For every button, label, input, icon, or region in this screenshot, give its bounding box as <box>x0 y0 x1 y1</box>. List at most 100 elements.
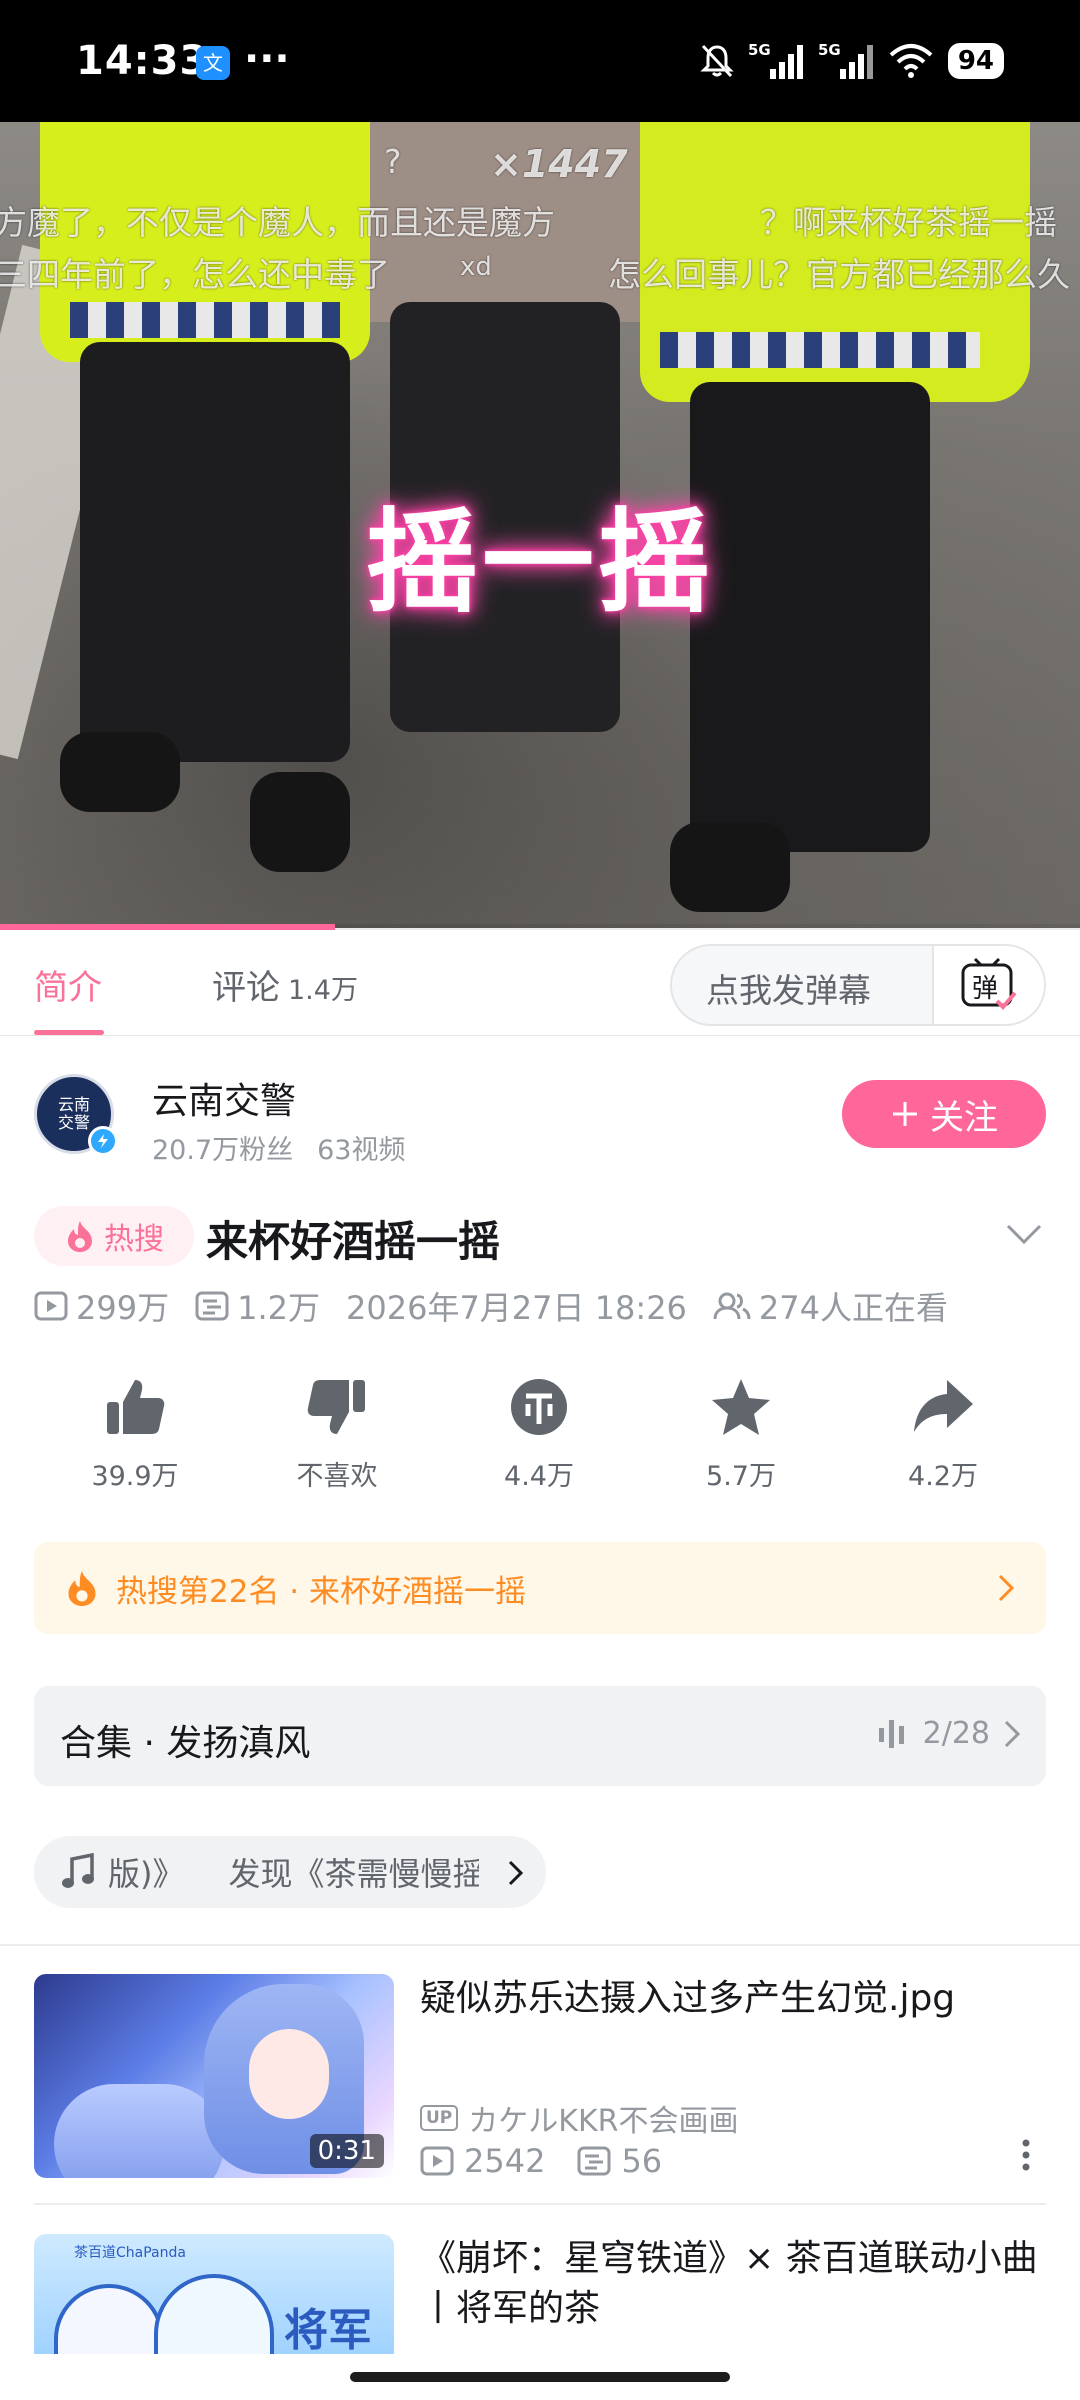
thumbnail-title-text: 将军 <box>284 2305 372 2354</box>
episodes-icon <box>878 1719 904 1748</box>
related-video-stats: 2542 56 <box>420 2142 662 2180</box>
share-count: 4.2万 <box>908 1461 978 1492</box>
related-video-title[interactable]: 疑似苏乐达摄入过多产生幻觉.jpg <box>420 1974 1040 2024</box>
related-video-title[interactable]: 《崩坏：星穹铁道》× 茶百道联动小曲丨将军的茶 <box>420 2234 1040 2334</box>
hot-search-tag[interactable]: 热搜 <box>34 1206 194 1266</box>
coin-button[interactable]: 4.4万 <box>459 1376 619 1493</box>
danmaku-input-placeholder: 点我发弹幕 <box>706 971 871 1010</box>
uploader-video-count: 63视频 <box>317 1135 406 1166</box>
meta-watching-value: 274人正在看 <box>758 1289 949 1327</box>
like-button[interactable]: 39.9万 <box>55 1376 215 1493</box>
expand-chevron-icon[interactable] <box>1004 1222 1044 1246</box>
like-count: 39.9万 <box>91 1461 179 1492</box>
related-video-card[interactable]: 0:31 疑似苏乐达摄入过多产生幻觉.jpg UP カケルKKR不会画画 254… <box>34 1974 1046 2180</box>
music-note-icon <box>62 1853 94 1888</box>
dislike-label: 不喜欢 <box>296 1461 378 1492</box>
related-video-thumbnail[interactable]: 茶百道ChaPanda 将军 <box>34 2234 394 2354</box>
share-button[interactable]: 4.2万 <box>863 1376 1023 1493</box>
wifi-icon <box>889 44 933 78</box>
up-badge-icon: UP <box>420 2105 459 2131</box>
plus-icon <box>893 1102 917 1126</box>
danmaku-input[interactable]: 点我发弹幕 弹 <box>670 944 1046 1026</box>
meta-views-value: 299万 <box>76 1289 170 1327</box>
meta-danmaku: 1.2万 <box>195 1283 320 1329</box>
share-icon <box>914 1380 973 1432</box>
tab-comments-count: 1.4万 <box>288 975 358 1006</box>
action-bar: 39.9万 不喜欢 4.4万 5.7万 4.2万 <box>0 1376 1080 1496</box>
background-music-chip[interactable]: 版)》 发现《茶需慢慢摇 <box>34 1836 546 1908</box>
video-duration: 0:31 <box>309 2134 384 2168</box>
chevron-right-icon <box>1004 1720 1021 1747</box>
danmaku-comment: ? <box>384 142 402 181</box>
detail-tabbar: 简介 评论 1.4万 点我发弹幕 弹 <box>0 930 1080 1036</box>
collection-card[interactable]: 合集 · 发扬滇风 2/28 <box>34 1686 1046 1786</box>
danmaku-toggle-button[interactable]: 弹 <box>932 946 1044 1024</box>
coin-icon <box>511 1379 567 1435</box>
status-indicators: 5G 5G 94 <box>700 38 1004 84</box>
tab-comments[interactable]: 评论 1.4万 <box>212 960 358 1009</box>
related-video-author-name: カケルKKR不会画画 <box>468 2104 739 2139</box>
danmaku-comment: 方魔了，不仅是个魔人，而且还是魔方 <box>0 203 555 242</box>
tab-active-indicator <box>34 1030 104 1035</box>
danmaku-comment: ？啊来杯好茶摇一摇 <box>760 203 1057 242</box>
thumbnail-brand-text: 茶百道ChaPanda <box>74 2245 186 2261</box>
play-count-icon <box>420 2146 454 2176</box>
signal-5g-icon-2: 5G <box>818 41 873 79</box>
danmaku-count-icon <box>577 2146 611 2176</box>
mute-bell-icon <box>700 44 734 78</box>
danmaku-button-glyph: 弹 <box>972 974 998 1004</box>
video-caption-overlay: 摇一摇 <box>366 498 714 628</box>
collection-progress-value: 2/28 <box>922 1716 990 1751</box>
meta-watching: 274人正在看 <box>713 1283 948 1329</box>
related-video-author[interactable]: UP カケルKKR不会画画 <box>420 2096 738 2140</box>
signal-5g-icon: 5G <box>748 41 803 79</box>
related-video-card[interactable]: 茶百道ChaPanda 将军 《崩坏：星穹铁道》× 茶百道联动小曲丨将军的茶 <box>34 2234 1046 2354</box>
tab-intro[interactable]: 简介 <box>34 960 102 1009</box>
danmaku-comment: xd <box>460 252 492 282</box>
meta-date: 2026年7月27日 18:26 <box>346 1289 687 1327</box>
follow-button[interactable]: 关注 <box>842 1080 1046 1148</box>
svg-text:5G: 5G <box>748 41 771 59</box>
status-time: 14:33 <box>76 38 209 84</box>
danmaku-comment: 三四年前了，怎么还中毒了 <box>0 255 390 294</box>
favorite-count: 5.7万 <box>706 1461 776 1492</box>
danmaku-icon: 弹 <box>961 957 1017 1010</box>
video-figure <box>670 822 790 912</box>
chevron-right-icon <box>506 1858 526 1888</box>
section-divider <box>0 1944 1080 1946</box>
danmaku-count-icon <box>195 1291 229 1321</box>
translate-app-icon: 文 <box>196 46 230 80</box>
more-notifications-icon: ··· <box>244 36 290 82</box>
coin-count: 4.4万 <box>504 1461 574 1492</box>
svg-text:5G: 5G <box>818 41 841 59</box>
uploader-fans: 20.7万粉丝 <box>152 1135 294 1166</box>
chevron-right-icon <box>998 1574 1015 1602</box>
video-meta: 299万 1.2万 2026年7月27日 18:26 274人正在看 <box>34 1283 948 1329</box>
video-player[interactable]: ? ×1447 方魔了，不仅是个魔人，而且还是魔方 ？啊来杯好茶摇一摇 三四年前… <box>0 122 1080 928</box>
hot-search-banner[interactable]: 热搜第22名 · 来杯好酒摇一摇 <box>34 1542 1046 1634</box>
play-count-icon <box>34 1291 68 1321</box>
music-title-part1: 版)》 <box>108 1855 185 1893</box>
collection-name: 合集 · 发扬滇风 <box>60 1723 311 1764</box>
danmaku-comment: 怎么回事儿？官方都已经那么久 <box>608 255 1070 294</box>
related-video-danmaku: 56 <box>621 2142 663 2180</box>
meta-danmaku-value: 1.2万 <box>237 1289 320 1327</box>
flame-icon <box>68 1571 96 1606</box>
home-indicator[interactable] <box>350 2372 730 2382</box>
dislike-button[interactable]: 不喜欢 <box>257 1376 417 1493</box>
uploader-stats: 20.7万粉丝 63视频 <box>152 1128 405 1167</box>
uploader-name[interactable]: 云南交警 <box>152 1072 296 1124</box>
thumbs-up-icon <box>107 1380 165 1434</box>
more-options-icon[interactable] <box>1020 2138 1032 2172</box>
flame-icon <box>68 1221 92 1252</box>
star-icon <box>712 1379 770 1435</box>
uploader-avatar-text: 云南交警 <box>57 1095 90 1132</box>
verified-badge-icon <box>88 1126 118 1156</box>
status-bar: 14:33 文 ··· 5G 5G 94 <box>0 0 1080 122</box>
collection-progress: 2/28 <box>877 1716 1022 1751</box>
battery-indicator: 94 <box>947 43 1004 79</box>
favorite-button[interactable]: 5.7万 <box>661 1376 821 1493</box>
video-figure <box>250 772 350 872</box>
related-video-thumbnail[interactable]: 0:31 <box>34 1974 394 2178</box>
viewers-icon <box>713 1292 751 1320</box>
